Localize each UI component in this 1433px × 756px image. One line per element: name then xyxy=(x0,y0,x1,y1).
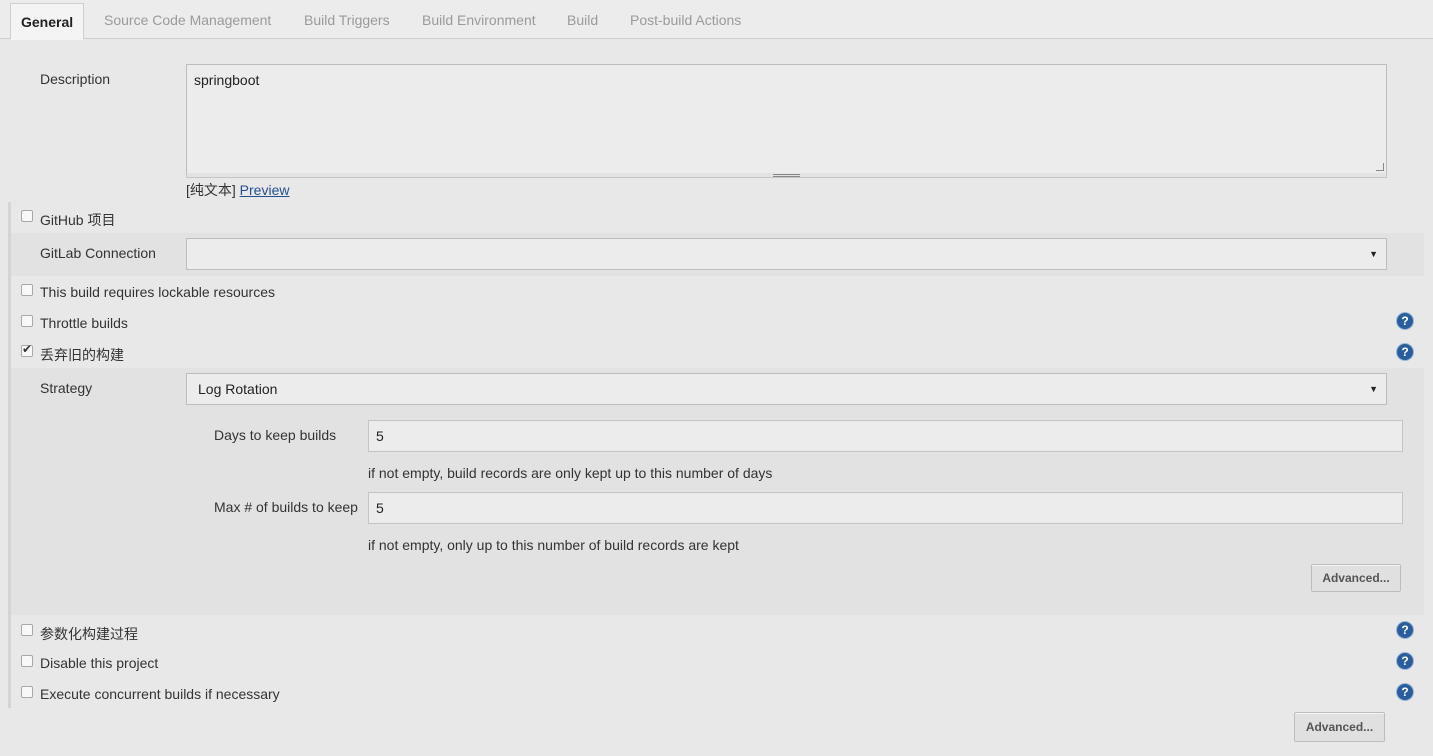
description-value: springboot xyxy=(194,72,260,88)
description-format-row: [纯文本] Preview xyxy=(186,180,289,200)
chevron-down-icon: ▼ xyxy=(1369,384,1378,394)
resize-grip-icon[interactable] xyxy=(1376,163,1384,171)
plain-text-label: [纯文本] xyxy=(186,182,236,198)
max-builds-label: Max # of builds to keep xyxy=(214,499,358,515)
max-builds-input[interactable]: 5 xyxy=(368,492,1403,524)
tab-post-build-actions[interactable]: Post-build Actions xyxy=(630,0,741,39)
lockable-resources-label: This build requires lockable resources xyxy=(40,284,275,300)
advanced-button[interactable]: Advanced... xyxy=(1294,712,1385,742)
help-icon[interactable]: ? xyxy=(1397,344,1413,360)
gitlab-connection-label: GitLab Connection xyxy=(40,245,156,261)
discard-old-builds-label: 丢弃旧的构建 xyxy=(40,347,124,363)
days-to-keep-input[interactable]: 5 xyxy=(368,420,1403,452)
description-textarea[interactable]: springboot xyxy=(186,64,1387,174)
tab-build[interactable]: Build xyxy=(567,0,598,39)
days-to-keep-label: Days to keep builds xyxy=(214,427,337,443)
parameterized-build-checkbox[interactable] xyxy=(21,624,33,636)
throttle-builds-checkbox[interactable] xyxy=(21,315,33,327)
tab-build-environment[interactable]: Build Environment xyxy=(422,0,536,39)
strategy-label: Strategy xyxy=(40,380,93,396)
strategy-value: Log Rotation xyxy=(198,381,278,397)
throttle-builds-label: Throttle builds xyxy=(40,315,128,331)
textarea-drag-handle[interactable] xyxy=(773,174,800,177)
tab-source-code-management[interactable]: Source Code Management xyxy=(104,0,271,39)
max-builds-hint: if not empty, only up to this number of … xyxy=(368,537,739,553)
help-icon[interactable]: ? xyxy=(1397,622,1413,638)
github-project-label: GitHub 项目 xyxy=(40,212,116,228)
help-icon[interactable]: ? xyxy=(1397,653,1413,669)
concurrent-builds-label: Execute concurrent builds if necessary xyxy=(40,686,280,702)
disable-project-checkbox[interactable] xyxy=(21,655,33,667)
tab-bar: General Source Code Management Build Tri… xyxy=(0,0,1433,40)
strategy-advanced-button[interactable]: Advanced... xyxy=(1311,564,1401,592)
disable-project-label: Disable this project xyxy=(40,655,159,671)
days-to-keep-hint: if not empty, build records are only kep… xyxy=(368,465,773,481)
github-project-checkbox[interactable] xyxy=(21,210,33,222)
preview-link[interactable]: Preview xyxy=(240,182,290,198)
parameterized-build-label: 参数化构建过程 xyxy=(40,626,138,642)
help-icon[interactable]: ? xyxy=(1397,684,1413,700)
chevron-down-icon: ▼ xyxy=(1369,249,1378,259)
tab-build-triggers[interactable]: Build Triggers xyxy=(304,0,390,39)
tab-general[interactable]: General xyxy=(10,3,85,40)
description-label: Description xyxy=(40,71,111,87)
strategy-select[interactable]: Log Rotation ▼ xyxy=(186,373,1387,405)
lockable-resources-checkbox[interactable] xyxy=(21,284,33,296)
discard-old-builds-checkbox[interactable] xyxy=(21,342,33,357)
concurrent-builds-checkbox[interactable] xyxy=(21,686,33,698)
help-icon[interactable]: ? xyxy=(1397,313,1413,329)
gitlab-connection-select[interactable]: ▼ xyxy=(186,238,1387,270)
